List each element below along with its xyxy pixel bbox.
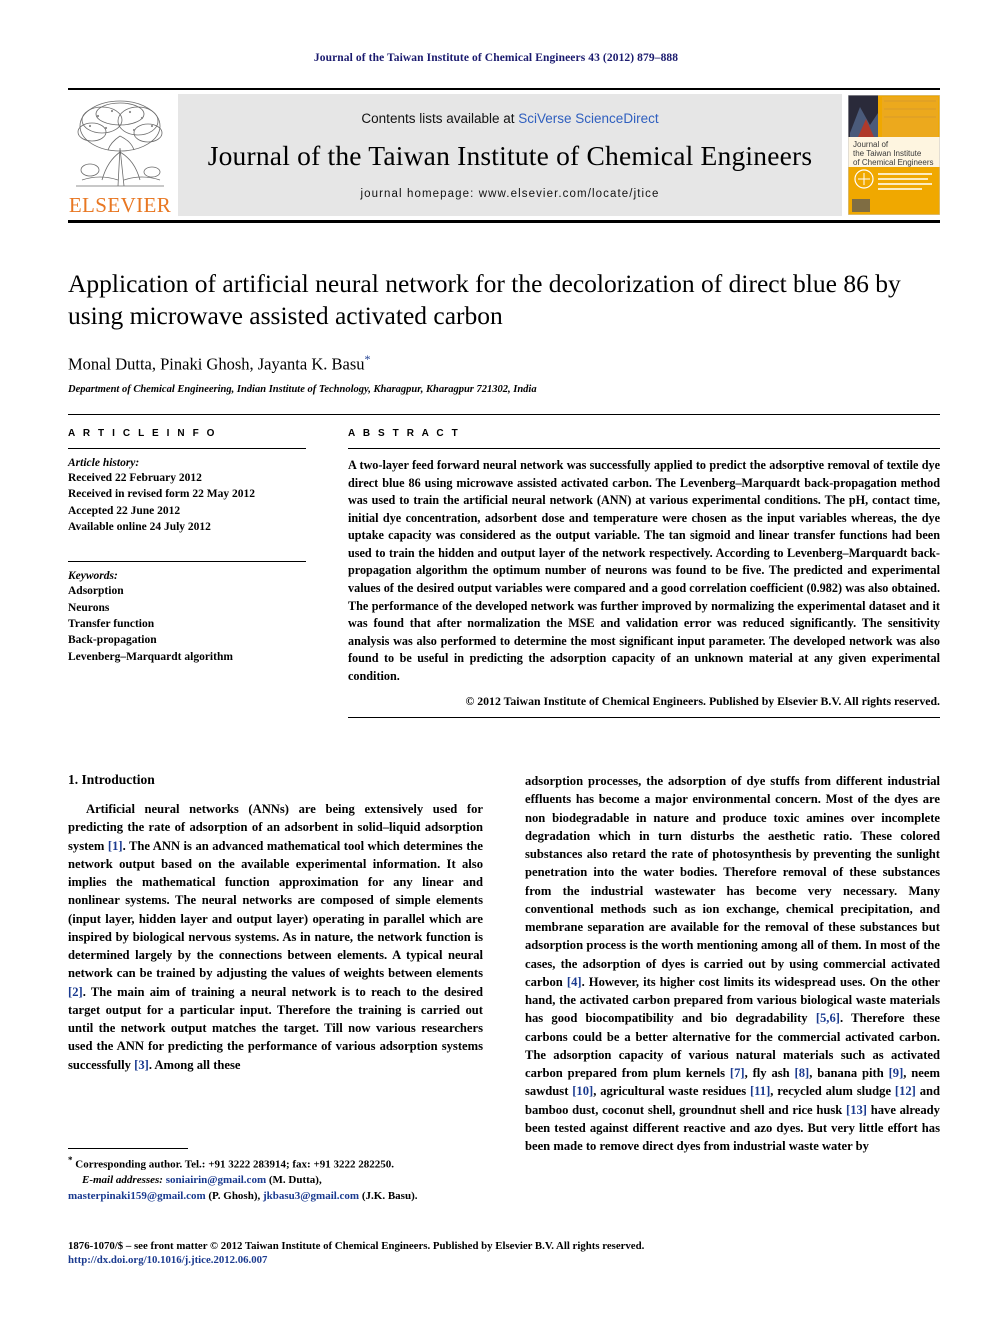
journal-cover-thumbnail: Journal of the Taiwan Institute of Chemi… (847, 94, 941, 216)
keyword-item: Back-propagation (68, 634, 157, 647)
contents-available-line: Contents lists available at SciVerse Sci… (361, 111, 658, 126)
right-text-4: , fly ash (744, 1066, 795, 1080)
body-columns: 1. Introduction Artificial neural networ… (68, 772, 940, 1155)
abstract-column: A B S T R A C T A two-layer feed forward… (306, 428, 941, 719)
elsevier-logo: ELSEVIER (68, 92, 172, 218)
email-owner-basu: (J.K. Basu). (359, 1189, 418, 1202)
corresponding-author-marker: * (364, 352, 371, 367)
citation-4[interactable]: [4] (567, 975, 582, 989)
email-addresses-label: E-mail addresses: (82, 1174, 163, 1187)
keywords-rule (68, 561, 306, 563)
journal-masthead: ELSEVIER Contents lists available at Sci… (68, 88, 941, 223)
citation-2[interactable]: [2] (68, 985, 83, 999)
citation-1[interactable]: [1] (108, 839, 123, 853)
citation-5-6[interactable]: [5,6] (816, 1011, 840, 1025)
article-info-column: A R T I C L E I N F O Article history: R… (68, 428, 306, 718)
footnote-corresponding-line: * Corresponding author. Tel.: +91 3222 2… (68, 1154, 483, 1173)
article-info-rule (68, 448, 306, 449)
svg-text:Journal of: Journal of (853, 140, 889, 149)
journal-homepage[interactable]: journal homepage: www.elsevier.com/locat… (360, 188, 659, 200)
running-head: Journal of the Taiwan Institute of Chemi… (313, 52, 679, 64)
front-matter-line: 1876-1070/$ – see front matter © 2012 Ta… (68, 1240, 645, 1252)
abstract-rule (348, 448, 940, 449)
intro-paragraph-right: adsorption processes, the adsorption of … (525, 772, 940, 1155)
elsevier-wordmark: ELSEVIER (68, 193, 172, 217)
email-link-ghosh[interactable]: masterpinaki159@gmail.com (68, 1190, 206, 1202)
bottom-matter: 1876-1070/$ – see front matter © 2012 Ta… (68, 1238, 940, 1266)
contents-prefix: Contents lists available at (361, 110, 519, 126)
title-block: Application of artificial neural network… (68, 268, 940, 395)
citation-13[interactable]: [13] (846, 1103, 867, 1117)
email-link-basu[interactable]: jkbasu3@gmail.com (263, 1190, 359, 1202)
affiliation: Department of Chemical Engineering, Indi… (68, 383, 537, 395)
footnote-email-line-2: masterpinaki159@gmail.com (P. Ghosh), jk… (68, 1189, 483, 1205)
history-item: Received 22 February 2012 (68, 472, 202, 484)
keywords-label: Keywords: (68, 570, 118, 583)
footnote-divider (68, 1148, 188, 1149)
citation-8[interactable]: [8] (795, 1066, 810, 1080)
author-list: Monal Dutta, Pinaki Ghosh, Jayanta K. Ba… (68, 352, 940, 375)
citation-11[interactable]: [11] (750, 1084, 770, 1098)
intro-text-2: . The ANN is an advanced mathematical to… (68, 838, 483, 981)
svg-text:of Chemical Engineers: of Chemical Engineers (853, 158, 933, 167)
section-divider-top (68, 414, 940, 415)
cover-artwork: Journal of the Taiwan Institute of Chemi… (847, 94, 941, 216)
section-heading-introduction: 1. Introduction (68, 772, 155, 787)
keyword-item: Neurons (68, 601, 110, 614)
abstract-rule-bottom (348, 717, 940, 719)
intro-text-3: . The main aim of training a neural netw… (68, 984, 483, 1072)
corresponding-author-footnote: * Corresponding author. Tel.: +91 3222 2… (68, 1148, 483, 1204)
keyword-item: Transfer function (68, 617, 155, 630)
svg-text:the Taiwan Institute: the Taiwan Institute (853, 149, 922, 158)
article-history-label: Article history: (68, 457, 140, 469)
article-info-heading: A R T I C L E I N F O (68, 428, 218, 439)
citation-10[interactable]: [10] (572, 1084, 593, 1098)
keyword-item: Adsorption (68, 585, 124, 598)
intro-paragraph-left: Artificial neural networks (ANNs) are be… (68, 800, 483, 1074)
history-item: Accepted 22 June 2012 (68, 504, 181, 517)
history-item: Received in revised form 22 May 2012 (68, 488, 255, 501)
elsevier-tree-icon (76, 100, 164, 187)
body-column-left: 1. Introduction Artificial neural networ… (68, 772, 483, 1155)
footnote-corresponding-text: Corresponding author. Tel.: +91 3222 283… (72, 1158, 394, 1171)
email-owner-dutta: (M. Dutta), (266, 1174, 322, 1187)
abstract-heading: A B S T R A C T (348, 428, 461, 439)
masthead-center-panel: Contents lists available at SciVerse Sci… (178, 94, 842, 216)
author-names: Monal Dutta, Pinaki Ghosh, Jayanta K. Ba… (68, 354, 365, 374)
footnote-email-line-1: E-mail addresses: soniairin@gmail.com (M… (68, 1173, 483, 1189)
citation-9[interactable]: [9] (889, 1066, 904, 1080)
email-owner-ghosh: (P. Ghosh), (205, 1189, 263, 1202)
citation-3[interactable]: [3] (134, 1058, 149, 1072)
history-item: Available online 24 July 2012 (68, 520, 211, 533)
info-abstract-section: A R T I C L E I N F O Article history: R… (68, 414, 941, 719)
email-link-dutta[interactable]: soniairin@gmail.com (166, 1174, 266, 1186)
sciencedirect-link[interactable]: SciVerse ScienceDirect (518, 111, 658, 126)
right-text-1: adsorption processes, the adsorption of … (525, 774, 940, 989)
citation-7[interactable]: [7] (730, 1066, 745, 1080)
body-column-right: adsorption processes, the adsorption of … (525, 772, 940, 1155)
page-title: Application of artificial neural network… (68, 269, 901, 331)
intro-text-4: . Among all these (148, 1057, 241, 1072)
doi-link[interactable]: http://dx.doi.org/10.1016/j.jtice.2012.0… (68, 1254, 940, 1266)
journal-title: Journal of the Taiwan Institute of Chemi… (207, 139, 813, 171)
journal-article-page: Journal of the Taiwan Institute of Chemi… (0, 0, 992, 1323)
keywords-block: Keywords: Adsorption Neurons Transfer fu… (68, 561, 306, 665)
citation-12[interactable]: [12] (895, 1084, 916, 1098)
abstract-text: A two-layer feed forward neural network … (348, 458, 940, 683)
keyword-item: Levenberg–Marquardt algorithm (68, 650, 233, 663)
right-text-8: , recycled alum sludge (770, 1084, 895, 1099)
abstract-copyright: © 2012 Taiwan Institute of Chemical Engi… (465, 694, 941, 709)
right-text-5: , banana pith (809, 1066, 889, 1080)
right-text-7: , agricultural waste residues (593, 1084, 750, 1099)
